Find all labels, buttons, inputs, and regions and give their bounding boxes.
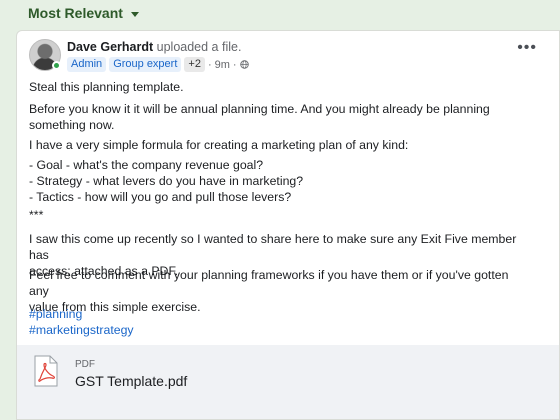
meta-separator: · bbox=[207, 58, 212, 71]
author-line: Dave Gerhardt uploaded a file. bbox=[67, 40, 241, 54]
sort-label: Most Relevant bbox=[28, 5, 123, 21]
post-time[interactable]: 9m bbox=[215, 59, 230, 71]
globe-icon bbox=[239, 60, 249, 69]
post-paragraph: Steal this planning template. bbox=[29, 80, 184, 94]
pdf-attachment[interactable]: PDF GST Template.pdf bbox=[17, 345, 559, 419]
post-paragraph: I have a very simple formula for creatin… bbox=[29, 138, 409, 152]
author-name[interactable]: Dave Gerhardt bbox=[67, 40, 153, 54]
post-header: Dave Gerhardt uploaded a file. Admin Gro… bbox=[29, 39, 559, 73]
chevron-down-icon bbox=[130, 11, 139, 17]
post-paragraph: - Goal - what's the company revenue goal… bbox=[29, 158, 304, 204]
post-card: Dave Gerhardt uploaded a file. Admin Gro… bbox=[16, 30, 560, 420]
post-paragraph: *** bbox=[29, 208, 44, 222]
hashtag-link[interactable]: #marketingstrategy bbox=[29, 322, 134, 338]
more-options-icon[interactable]: ••• bbox=[517, 40, 537, 56]
meta-separator: · bbox=[232, 58, 237, 71]
file-type-label: PDF bbox=[75, 359, 95, 370]
badge-group-expert: Group expert bbox=[109, 57, 182, 72]
sort-dropdown[interactable]: Most Relevant bbox=[28, 3, 139, 23]
badge-more[interactable]: +2 bbox=[184, 57, 205, 72]
post-paragraph: Before you know it it will be annual pla… bbox=[29, 102, 490, 132]
pdf-file-icon bbox=[34, 355, 58, 387]
file-name[interactable]: GST Template.pdf bbox=[75, 373, 187, 389]
online-status-icon bbox=[52, 61, 61, 70]
post-paragraph: Feel free to comment with your planning … bbox=[29, 268, 509, 314]
post-action: uploaded a file. bbox=[156, 40, 242, 54]
hashtag-link[interactable]: #planning bbox=[29, 306, 82, 322]
post-meta: Admin Group expert +2 · 9m · bbox=[67, 57, 249, 72]
badge-admin: Admin bbox=[67, 57, 107, 72]
